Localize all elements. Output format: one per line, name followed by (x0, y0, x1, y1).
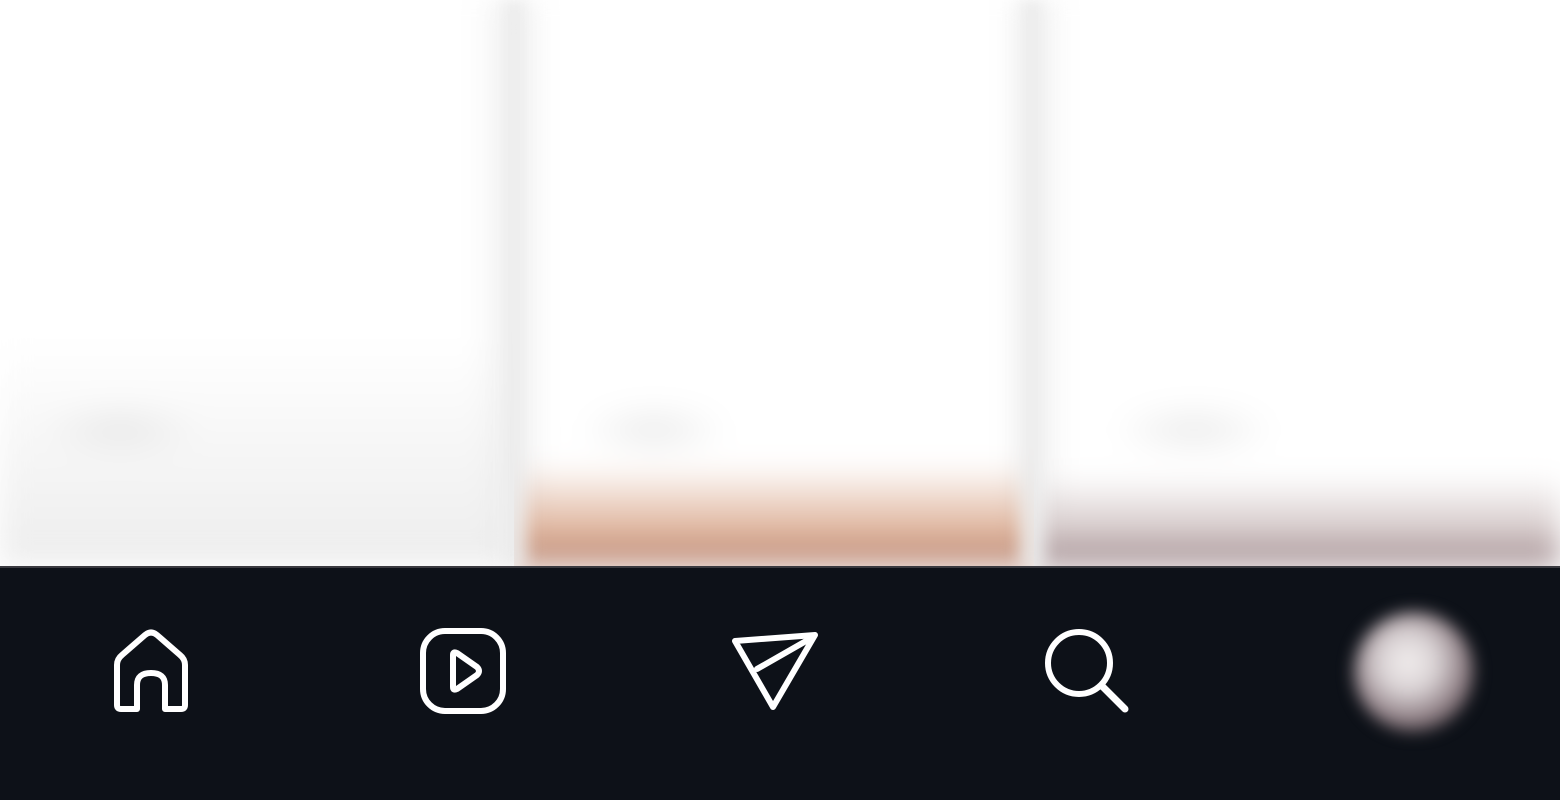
search-icon (1045, 629, 1129, 713)
send-icon (732, 632, 818, 710)
home-icon (114, 629, 188, 712)
content-grid (0, 0, 1560, 566)
grid-tile[interactable] (0, 0, 514, 566)
grid-tile[interactable] (1034, 0, 1560, 566)
tile-thumbnail (1034, 0, 1560, 566)
grid-divider (1012, 0, 1052, 566)
nav-search-button[interactable] (1032, 616, 1142, 726)
bottom-nav-bar (0, 566, 1560, 800)
avatar (1354, 612, 1474, 732)
nav-messages-button[interactable] (720, 616, 830, 726)
app-screen (0, 0, 1560, 800)
nav-profile-button[interactable] (1334, 600, 1498, 750)
reels-icon (420, 628, 506, 714)
nav-home-button[interactable] (96, 616, 206, 726)
nav-reels-button[interactable] (408, 616, 518, 726)
grid-divider (494, 0, 534, 566)
tile-thumbnail (514, 0, 1034, 566)
tile-thumbnail (0, 0, 514, 566)
grid-tile[interactable] (514, 0, 1034, 566)
